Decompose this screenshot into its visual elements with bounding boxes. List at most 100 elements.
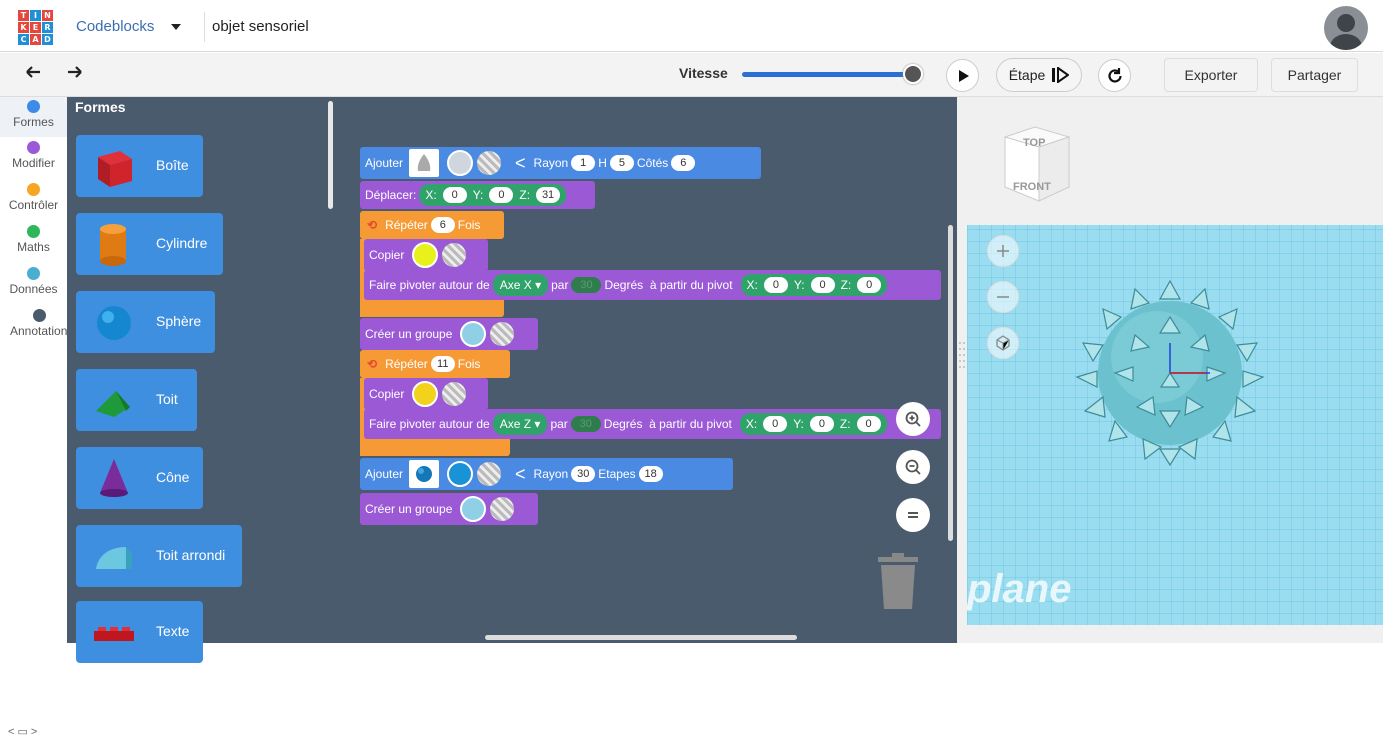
panel-splitter[interactable] [957, 97, 967, 643]
hole-toggle[interactable] [442, 243, 467, 267]
y-input[interactable]: 0 [489, 187, 514, 203]
block-add-sphere[interactable]: Ajouter < Rayon 30 Etapes 18 [360, 458, 733, 490]
chevron-left-icon[interactable]: < [515, 153, 526, 174]
block-label: Répéter [385, 357, 428, 371]
category-controler[interactable]: Contrôler [0, 183, 67, 212]
palette-scrollbar[interactable] [328, 101, 333, 209]
x-input[interactable]: 0 [763, 416, 788, 432]
palette-block-texte[interactable]: Texte [76, 601, 203, 663]
block-rotate[interactable]: Faire pivoter autour de Axe Z ▾ par 30 D… [364, 409, 941, 439]
palette-block-toit-arrondi[interactable]: Toit arrondi [76, 525, 242, 587]
speed-slider-handle[interactable] [903, 64, 923, 84]
param-label: Etapes [598, 467, 636, 481]
category-maths[interactable]: Maths [0, 225, 67, 254]
hole-toggle[interactable] [442, 382, 467, 406]
palette-block-toit[interactable]: Toit [76, 369, 197, 431]
block-repeat[interactable]: ⟲ Répéter 6 Fois [360, 211, 504, 239]
sidebar-scroll-arrows[interactable]: < ▭ > [8, 725, 37, 738]
axis-label: Z: [839, 417, 851, 431]
app-switcher[interactable]: Codeblocks [76, 18, 154, 35]
color-swatch[interactable] [460, 496, 487, 522]
step-button[interactable]: Étape [996, 58, 1082, 92]
chevron-down-icon[interactable] [171, 24, 181, 30]
block-add-cone[interactable]: Ajouter < Rayon 1 H5 Côtés 6 [360, 147, 761, 179]
play-button[interactable] [946, 59, 979, 92]
zoom-in-button[interactable] [896, 402, 930, 436]
block-create-group[interactable]: Créer un groupe [360, 318, 538, 350]
speed-slider[interactable] [742, 72, 914, 77]
radius-input[interactable]: 30 [571, 466, 596, 482]
trash-icon[interactable] [876, 553, 920, 611]
category-donnees[interactable]: Données [0, 267, 67, 296]
palette-block-boite[interactable]: Boîte [76, 135, 203, 197]
avatar[interactable] [1324, 6, 1368, 50]
repeat-count-input[interactable]: 6 [430, 217, 455, 233]
hole-toggle[interactable] [490, 322, 515, 346]
hole-toggle[interactable] [477, 462, 502, 486]
3d-model-spiky-sphere[interactable] [1075, 277, 1265, 467]
degrees-input[interactable]: 30 [571, 277, 602, 293]
hole-toggle[interactable] [477, 151, 502, 175]
undo-arrow-icon[interactable] [24, 63, 42, 86]
color-swatch[interactable] [447, 150, 474, 176]
block-rotate[interactable]: Faire pivoter autour de Axe X ▾ par 30 D… [364, 270, 941, 300]
y-input[interactable]: 0 [809, 416, 834, 432]
repeat-count-input[interactable]: 11 [430, 356, 455, 372]
steps-input[interactable]: 18 [638, 466, 663, 482]
export-button[interactable]: Exporter [1164, 58, 1258, 92]
block-repeat[interactable]: ⟲ Répéter 11 Fois [360, 350, 510, 378]
radius-input[interactable]: 1 [571, 155, 596, 171]
redo-arrow-icon[interactable] [66, 63, 84, 86]
view-zoom-out-button[interactable] [987, 281, 1019, 313]
block-move[interactable]: Déplacer: X: 0 Y: 0 Z: 31 [360, 181, 595, 209]
y-input[interactable]: 0 [810, 277, 835, 293]
color-swatch[interactable] [412, 381, 439, 407]
sides-input[interactable]: 6 [671, 155, 696, 171]
color-swatch[interactable] [412, 242, 439, 268]
block-copy[interactable]: Copier [364, 239, 488, 271]
height-input[interactable]: 5 [609, 155, 634, 171]
tinkercad-logo[interactable]: T I N K E R C A D [18, 10, 54, 45]
x-input[interactable]: 0 [763, 277, 788, 293]
logo-letter: C [18, 34, 29, 45]
axis-label: Z: [840, 278, 852, 292]
logo-letter: A [30, 34, 41, 45]
share-button[interactable]: Partager [1271, 58, 1358, 92]
chevron-left-icon[interactable]: < [515, 464, 526, 485]
category-formes[interactable]: Formes [0, 97, 67, 137]
z-input[interactable]: 0 [857, 277, 882, 293]
code-workspace[interactable]: Ajouter < Rayon 1 H5 Côtés 6 Déplacer: X: 0… [339, 97, 957, 643]
category-modifier[interactable]: Modifier [0, 141, 67, 170]
3d-viewport[interactable]: plane TOP FRONT [967, 97, 1383, 643]
category-annotation[interactable]: Annotation [0, 309, 67, 338]
axis-dropdown[interactable]: Axe Z ▾ [492, 413, 548, 435]
z-input[interactable]: 31 [536, 187, 561, 203]
sphere-shape-icon[interactable] [409, 460, 440, 488]
degrees-input[interactable]: 30 [570, 416, 601, 432]
x-input[interactable]: 0 [442, 187, 467, 203]
zoom-out-button[interactable] [896, 450, 930, 484]
block-label: Créer un groupe [365, 502, 453, 516]
view-cube[interactable]: TOP FRONT [1001, 123, 1073, 205]
color-swatch[interactable] [460, 321, 487, 347]
project-name[interactable]: objet sensoriel [212, 18, 309, 35]
palette-block-cone[interactable]: Cône [76, 447, 203, 509]
axis-dropdown[interactable]: Axe X ▾ [492, 274, 549, 296]
view-zoom-in-button[interactable] [987, 235, 1019, 267]
repeat-bracket-end [360, 299, 504, 317]
zoom-reset-button[interactable] [896, 498, 930, 532]
palette-block-cylindre[interactable]: Cylindre [76, 213, 223, 275]
z-input[interactable]: 0 [856, 416, 881, 432]
workspace-vertical-scrollbar[interactable] [948, 225, 953, 541]
hole-toggle[interactable] [490, 497, 515, 521]
axis-label: X: [745, 417, 758, 431]
view-fit-button[interactable] [987, 327, 1019, 359]
axis-label: Y: [793, 417, 804, 431]
workspace-horizontal-scrollbar[interactable] [485, 635, 797, 640]
reset-button[interactable] [1098, 59, 1131, 92]
cone-shape-icon[interactable] [409, 149, 440, 177]
palette-block-sphere[interactable]: Sphère [76, 291, 215, 353]
block-copy[interactable]: Copier [364, 378, 488, 410]
block-create-group[interactable]: Créer un groupe [360, 493, 538, 525]
color-swatch[interactable] [447, 461, 474, 487]
